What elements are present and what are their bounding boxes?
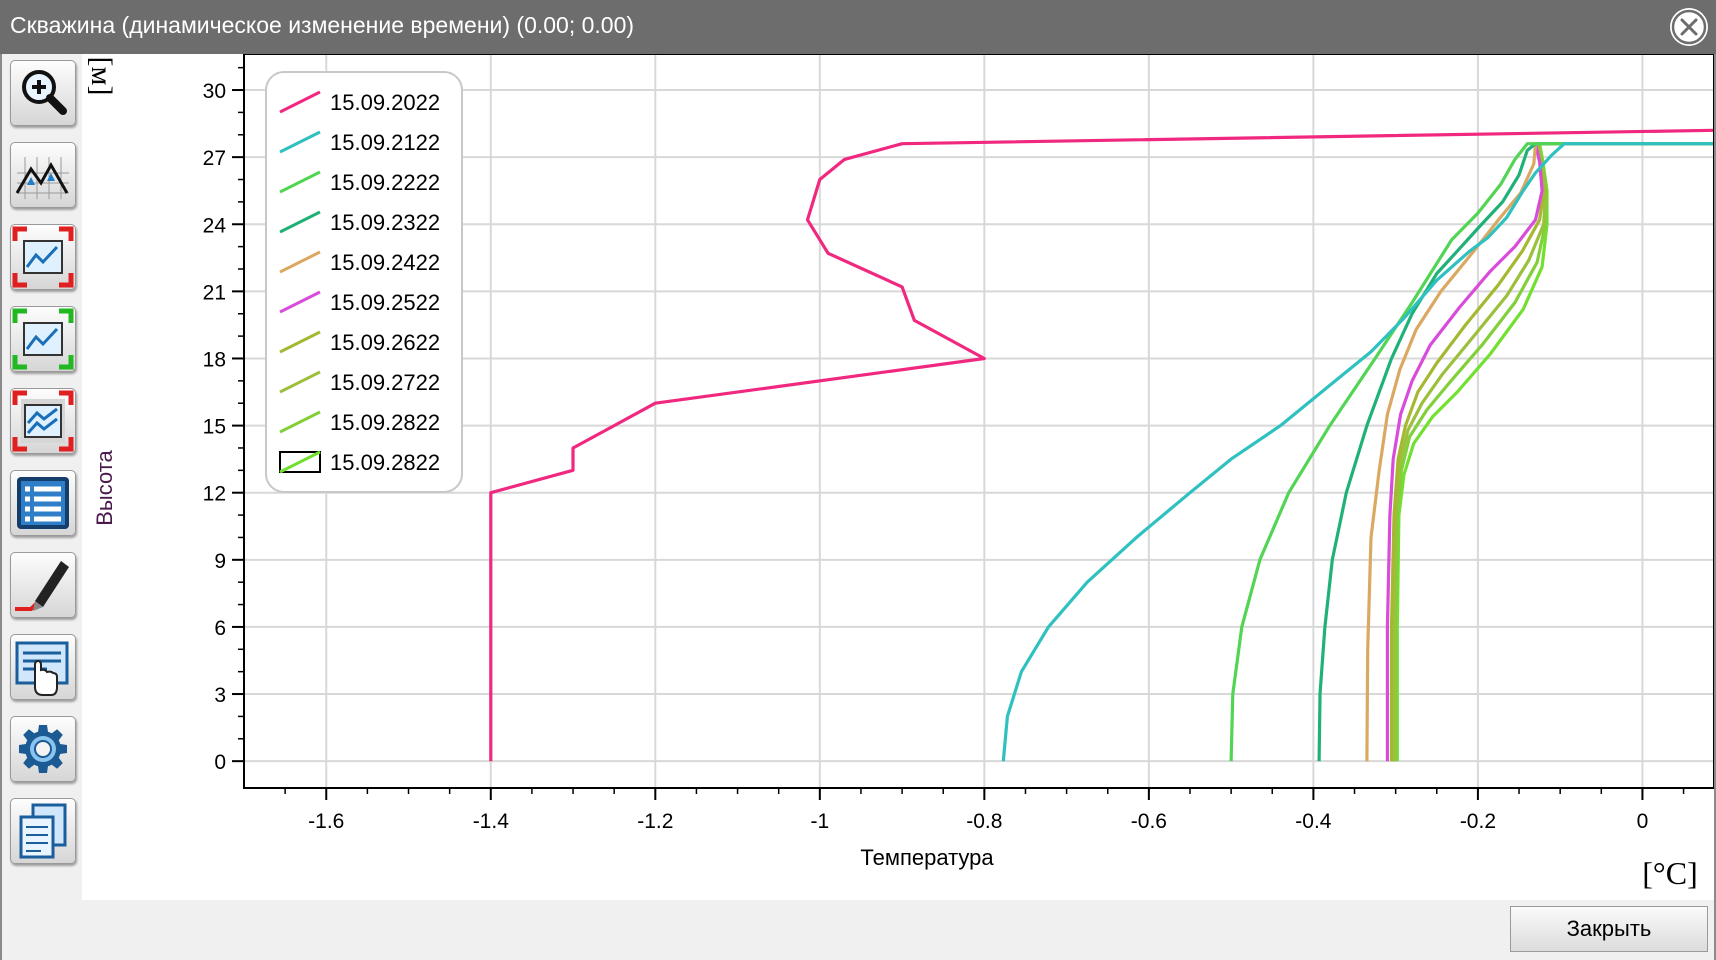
select-table-button[interactable]: [10, 634, 76, 700]
x-tick-label: -0.8: [966, 810, 1002, 833]
legend-entry: 15.09.2022: [330, 90, 440, 115]
x-tick-label: -1.4: [473, 810, 510, 833]
window-title: Скважина (динамическое изменение времени…: [10, 12, 635, 38]
series-line: [1317, 142, 1714, 762]
edit-button[interactable]: [10, 552, 76, 618]
y-axis-label: Высота: [92, 449, 117, 525]
legend-entry: 15.09.2322: [330, 210, 440, 235]
zoom-in-frame-button[interactable]: [10, 306, 76, 372]
zoom-button[interactable]: [10, 60, 76, 126]
temperature-height-chart[interactable]: -1.6 -1.4 -1.2 -1 -0.8 -0.6 -0.4 -0.2 0 0 3 6 9 12 15 1…: [82, 54, 1714, 900]
x-tick-label: -0.6: [1131, 810, 1167, 833]
legend-entry: 15.09.2822: [330, 410, 440, 435]
legend-entry: 15.09.2622: [330, 330, 440, 355]
zoom-in-icon: [22, 70, 67, 115]
y-tick-label: 24: [203, 214, 227, 237]
legend-entry: 15.09.2822: [330, 450, 440, 475]
window-close-button[interactable]: [1670, 8, 1708, 46]
y-tick-label: 9: [214, 550, 226, 573]
legend: 15.09.2022 15.09.2122 15.09.2222 15.09.2322…: [265, 71, 463, 493]
series-line: [1392, 142, 1714, 762]
close-icon: [1671, 9, 1707, 45]
y-unit-label: [м]: [85, 57, 118, 96]
legend-entry: 15.09.2722: [330, 370, 440, 395]
y-tick-label: 0: [214, 751, 226, 774]
x-tick-label: -0.2: [1460, 810, 1496, 833]
list-icon: [17, 477, 69, 529]
x-tick-label: 0: [1637, 810, 1649, 833]
y-tick-label: 12: [203, 483, 226, 506]
legend-entry: 15.09.2522: [330, 290, 440, 315]
series-line: [1365, 142, 1714, 762]
legend-entry: 15.09.2422: [330, 250, 440, 275]
y-tick-label: 3: [214, 684, 226, 707]
y-tick-label: 27: [203, 147, 226, 170]
legend-entry: 15.09.2222: [330, 170, 440, 195]
mountain-chart-icon: [15, 157, 69, 199]
y-tick-label: 18: [203, 348, 226, 371]
x-tick-label: -0.4: [1295, 810, 1332, 833]
legend-entry: 15.09.2122: [330, 130, 440, 155]
y-tick-label: 21: [203, 281, 226, 304]
peaks-button[interactable]: [10, 142, 76, 208]
x-tick-label: -1.2: [637, 810, 673, 833]
copy-button[interactable]: [10, 798, 76, 864]
x-tick-label: -1.6: [308, 810, 344, 833]
settings-button[interactable]: [10, 716, 76, 782]
x-tick-label: -1: [810, 810, 829, 833]
pen-icon: [15, 561, 69, 611]
grid-lines: [244, 54, 1714, 788]
chart-frame-red-icon: [12, 226, 74, 288]
x-unit-label: [°C]: [1642, 855, 1697, 891]
chart-toolbar: [0, 54, 82, 900]
gear-icon: [19, 725, 67, 773]
hand-pointer-icon: [15, 641, 69, 696]
series-line: [1389, 142, 1714, 762]
zoom-out-frame-button[interactable]: [10, 224, 76, 290]
series-line: [1394, 142, 1714, 762]
series-line: [1385, 142, 1714, 762]
axes-frame: [243, 54, 1714, 789]
multi-chart-button[interactable]: [10, 388, 76, 454]
y-tick-label: 15: [203, 416, 226, 439]
multi-chart-icon: [12, 390, 74, 452]
list-button[interactable]: [10, 470, 76, 536]
plot-area: -1.6 -1.4 -1.2 -1 -0.8 -0.6 -0.4 -0.2 0 0 3 6 9 12 15 1…: [82, 54, 1714, 900]
title-bar: Скважина (динамическое изменение времени…: [0, 0, 1716, 54]
y-tick-label: 6: [214, 617, 226, 640]
y-tick-label: 30: [203, 80, 226, 103]
x-axis-label: Температура: [860, 845, 994, 870]
series-line: [1395, 142, 1714, 762]
chart-frame-green-icon: [12, 308, 74, 370]
close-button[interactable]: Закрыть: [1510, 906, 1708, 952]
copy-icon: [19, 803, 67, 859]
